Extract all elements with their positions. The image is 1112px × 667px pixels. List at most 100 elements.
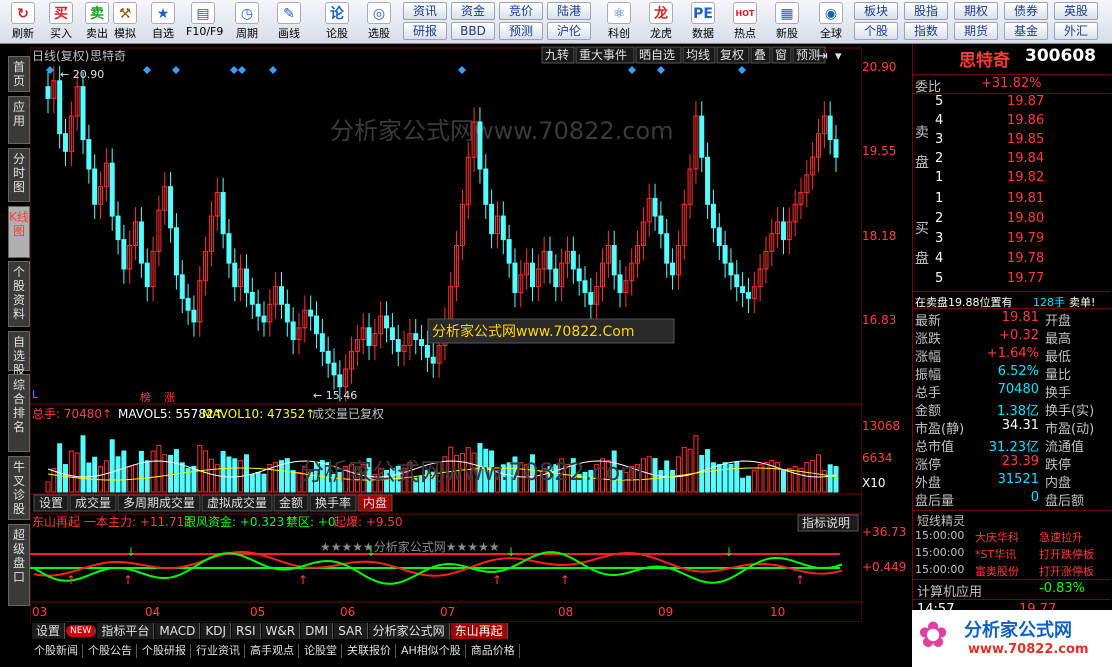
bottom-tab-0[interactable]: 设置	[32, 623, 66, 639]
news-tab-0[interactable]: 个股新闻	[30, 644, 83, 658]
toolbar-link-1[interactable]: 资金	[451, 2, 495, 20]
ind-up-arrow-icon: ↑	[123, 573, 133, 587]
news-tab-4[interactable]: 高手观点	[246, 644, 299, 658]
high-price-label: ← 20.90	[60, 68, 104, 81]
sell-row-5: 5 19.87	[913, 94, 1111, 112]
bottom-tab-8[interactable]: SAR	[334, 623, 368, 639]
sell-order-label: 卖单!	[1069, 296, 1096, 309]
event-diamond-icon	[172, 66, 180, 74]
bottom-tab-6[interactable]: W&R	[261, 623, 301, 639]
quote-right-label: 开盘	[1045, 314, 1072, 329]
volume-bar	[197, 444, 203, 493]
candle-body	[337, 374, 343, 388]
toolbar-label: 龙虎	[650, 27, 672, 40]
buy-button[interactable]: 买买入	[44, 2, 78, 42]
left-tab-3[interactable]: K线图	[8, 206, 30, 258]
candle-body	[144, 262, 150, 288]
candle-body	[92, 168, 98, 205]
refresh-button[interactable]: ↻ 刷新	[6, 2, 40, 42]
toolbar-market-1[interactable]: 股指	[904, 2, 948, 20]
news-tab-7[interactable]: AH相似个股	[397, 644, 466, 658]
globe-button[interactable]: ◉ 全球	[814, 2, 848, 42]
buy-row-5: 5 19.77	[913, 271, 1111, 289]
toolbar-market-8[interactable]: 基金	[1004, 22, 1048, 40]
candle-body	[249, 292, 255, 305]
quote-label: 总手	[915, 386, 942, 401]
toolbar-market-6[interactable]: 指数	[904, 22, 948, 40]
news-tab-5[interactable]: 论股堂	[300, 644, 342, 658]
short-item[interactable]: 15:00:00 大庆华科 急速拉升	[913, 529, 1111, 547]
ind-watermark: ★★★★★分析家公式网★★★★★	[320, 539, 500, 554]
pe-button[interactable]: PE 数据	[686, 2, 720, 42]
news-tab-2[interactable]: 个股研报	[138, 644, 191, 658]
short-item[interactable]: 15:00:00 *ST华讯 打开跌停板	[913, 546, 1111, 564]
toolbar-market-7[interactable]: 期货	[954, 22, 998, 40]
bottom-tab-7[interactable]: DMI	[301, 623, 334, 639]
month-label: 10	[770, 605, 785, 619]
toolbar-market-0[interactable]: 板块	[854, 2, 898, 20]
volume-bar	[74, 452, 80, 493]
left-tab-1[interactable]: 应用	[8, 96, 30, 144]
star-button[interactable]: ★ 自选	[146, 2, 180, 42]
weibi-row: 委比 +31.82%	[913, 74, 1111, 95]
news-tab-6[interactable]: 关联报价	[343, 644, 396, 658]
select-button[interactable]: ◎ 选股	[362, 2, 396, 42]
toolbar-link-4[interactable]: 研报	[403, 22, 447, 40]
event-diamond-icon	[738, 66, 746, 74]
hammer-button[interactable]: ⚒ 模拟	[108, 2, 142, 42]
toolbar-link-7[interactable]: 沪伦	[547, 22, 591, 40]
candle-body	[319, 333, 325, 352]
clock-button[interactable]: ◷ 周期	[230, 2, 264, 42]
toolbar-market-5[interactable]: 个股	[854, 22, 898, 40]
bottom-tab-2[interactable]: 指标平台	[97, 623, 155, 639]
left-tab-8[interactable]: 超级盘口	[8, 524, 30, 606]
bottom-tab-1[interactable]: NEW	[66, 625, 97, 637]
buy-row-4: 4 19.78	[913, 251, 1111, 269]
pen-button[interactable]: ✎ 画线	[272, 2, 306, 42]
left-tab-6[interactable]: 综合排名	[8, 374, 30, 452]
left-tab-4[interactable]: 个股资料	[8, 261, 30, 327]
sell-price: 19.82	[1007, 170, 1045, 185]
left-tab-7[interactable]: 牛叉诊股	[8, 456, 30, 520]
quote-value: 1.38亿	[997, 404, 1039, 419]
toolbar-market-2[interactable]: 期权	[954, 2, 998, 20]
news-tab-8[interactable]: 商品价格	[467, 644, 520, 658]
bottom-tab-9[interactable]: 分析家公式网	[368, 623, 450, 639]
volume-bar	[109, 439, 115, 493]
quote-label: 振幅	[915, 368, 942, 383]
watermark-vol: 分析家公式网www.70822.com	[300, 458, 644, 486]
volume-bar	[751, 469, 757, 493]
f10-button[interactable]: ▤ F10/F9	[186, 2, 223, 42]
candle-body	[278, 286, 284, 305]
left-tab-5[interactable]: 自选股	[8, 331, 30, 377]
hot-button[interactable]: HOT 热点	[728, 2, 762, 42]
newstock-button[interactable]: ▦ 新股	[770, 2, 804, 42]
news-tab-3[interactable]: 行业资讯	[192, 644, 245, 658]
toolbar-link-6[interactable]: 预测	[499, 22, 543, 40]
price-axis-label: 20.90	[862, 60, 897, 74]
pen-icon: ✎	[277, 2, 301, 24]
kline-chart[interactable]: 日线(复权) 思特奇 九转 重大事件 晒自选 均线 复权叠窗预测 ⇥ ▾ 分析家公式网www.70…	[29, 44, 863, 623]
bottom-tab-5[interactable]: RSI	[232, 623, 261, 639]
toolbar-market-9[interactable]: 外汇	[1054, 22, 1098, 40]
candle-body	[477, 121, 483, 170]
left-tab-0[interactable]: 首页	[8, 56, 30, 92]
bottom-tab-4[interactable]: KDJ	[201, 623, 231, 639]
news-tab-1[interactable]: 个股公告	[84, 644, 137, 658]
volume-bar	[133, 464, 139, 493]
volume-bar	[57, 443, 63, 493]
bottom-tab-10[interactable]: 东山再起	[450, 623, 508, 639]
talk-button[interactable]: 论论股	[320, 2, 354, 42]
dragon-button[interactable]: 龙龙虎	[644, 2, 678, 42]
volume-bar	[821, 470, 827, 493]
toolbar-link-2[interactable]: 竞价	[499, 2, 543, 20]
toolbar-market-3[interactable]: 债券	[1004, 2, 1048, 20]
toolbar-market-4[interactable]: 英股	[1054, 2, 1098, 20]
toolbar-link-5[interactable]: BBD	[451, 22, 495, 40]
left-tab-2[interactable]: 分时图	[8, 148, 30, 202]
kechuang-button[interactable]: ⚛ 科创	[602, 2, 636, 42]
toolbar-link-0[interactable]: 资讯	[403, 2, 447, 20]
short-name: 大庆华科	[975, 531, 1019, 544]
bottom-tab-3[interactable]: MACD	[155, 623, 201, 639]
toolbar-link-3[interactable]: 陆港	[547, 2, 591, 20]
